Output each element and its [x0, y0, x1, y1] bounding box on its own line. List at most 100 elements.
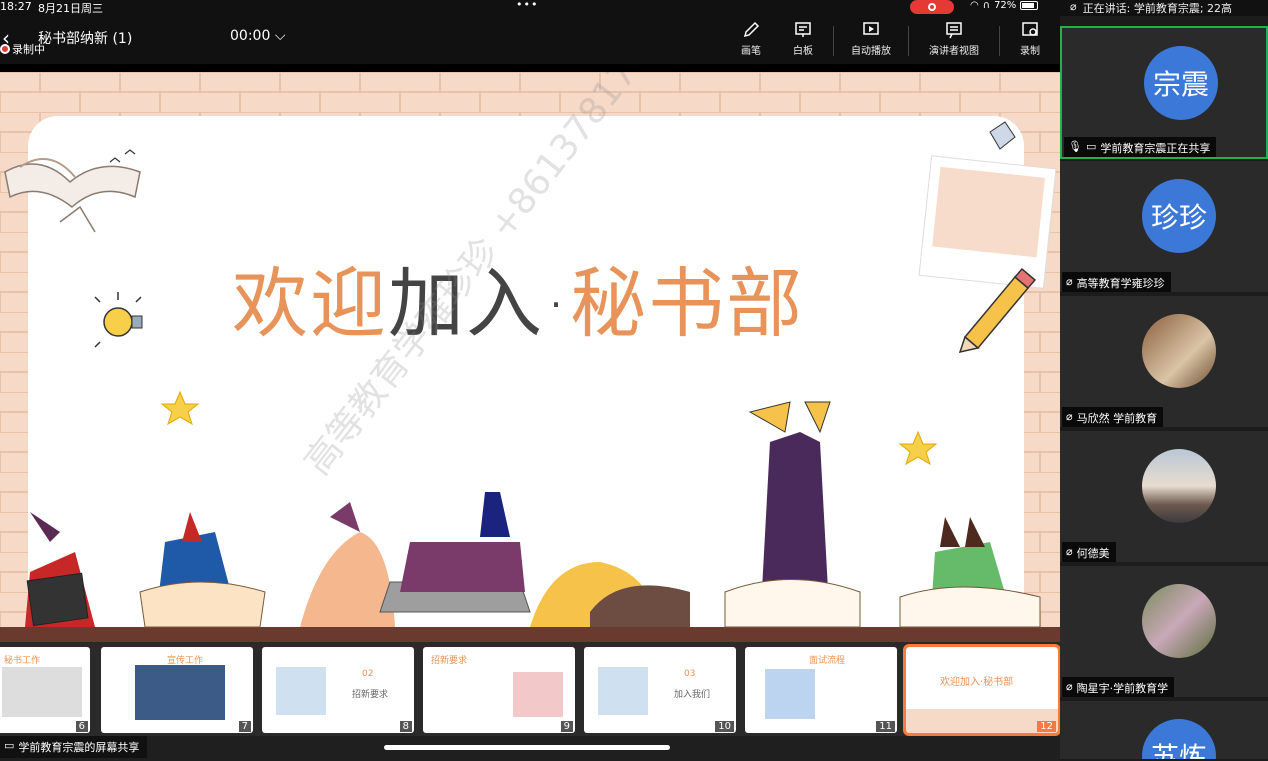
sticky-note-illustration — [918, 121, 1057, 289]
participant-tile[interactable]: ⌀ 何德美 — [1060, 431, 1268, 564]
record-label: 录制 — [1020, 46, 1040, 57]
slide-thumbnail-strip[interactable]: 秘书工作 6 宣传工作 7 02 招新要求 8 招新要求 9 03 加入我们 1… — [0, 642, 1061, 736]
toolbar-divider — [833, 26, 834, 56]
autoplay-icon — [863, 22, 879, 35]
screen-share-icon: ▭ — [1085, 140, 1097, 153]
pen-button[interactable]: 画笔 — [725, 20, 777, 57]
participant-tile[interactable]: 宗震 🎙 ▭ 学前教育宗震正在共享 — [1060, 26, 1268, 159]
headline-part3: 秘书部 — [570, 259, 805, 348]
status-time: 18:27 — [0, 0, 32, 13]
thumbnail-image — [598, 667, 648, 715]
participant-panel: ⌀ 正在讲话: 学前教育宗震; 22高 宗震 🎙 ▭ 学前教育宗震正在共享 珍珍… — [1060, 0, 1268, 761]
thumbnail-image — [765, 669, 815, 719]
toolbar-divider — [908, 26, 909, 56]
participant-name: 陶星宇·学前教育学 — [1076, 682, 1169, 695]
slide-thumbnail[interactable]: 宣传工作 7 — [101, 647, 253, 733]
thumbnail-title: 招新要求 — [431, 656, 468, 666]
presenter-view-button[interactable]: 演讲者视图 — [913, 20, 995, 57]
meeting-timer[interactable]: 00:00 ⌵ — [230, 28, 285, 44]
screen-share-label: ▭ 学前教育宗震的屏幕共享 — [0, 736, 148, 758]
thumbnail-image — [513, 672, 563, 717]
wifi-icon: ◠ — [970, 0, 979, 11]
status-bar: 18:27 8月21日周三 ••• ◠ ∩ 72% — [0, 0, 1060, 15]
mic-muted-icon: ⌀ — [1066, 410, 1073, 423]
home-indicator[interactable] — [384, 745, 670, 750]
current-slide: 欢迎加入·秘书部 高等教育学雍珍珍 +8613781786846 — [0, 72, 1060, 642]
thumbnail-title: 秘书工作 — [4, 656, 41, 666]
screen-share-text: 学前教育宗震的屏幕共享 — [18, 741, 140, 754]
participant-tile[interactable]: 珍珍 ⌀ 高等教育学雍珍珍 — [1060, 161, 1268, 294]
thumbnail-image — [276, 667, 326, 715]
speaking-text: 正在讲话: 学前教育宗震; 22高 — [1082, 2, 1233, 15]
participant-nametag: ⌀ 高等教育学雍珍珍 — [1062, 272, 1171, 292]
participant-name: 何德美 — [1076, 547, 1110, 560]
meeting-toolbar: ‹ 秘书部纳新 (1) 录制中 00:00 ⌵ 画笔 白板 自动播放 演讲者视图… — [0, 14, 1092, 64]
participant-nametag: ⌀ 陶星宇·学前教育学 — [1062, 677, 1175, 697]
shared-screen[interactable]: 欢迎加入·秘书部 高等教育学雍珍珍 +8613781786846 — [0, 64, 1060, 642]
thumbnail-image — [2, 667, 82, 717]
mic-muted-icon: ⌀ — [1066, 545, 1073, 558]
slide-thumbnail[interactable]: 03 加入我们 10 — [584, 647, 736, 733]
meeting-title[interactable]: 秘书部纳新 (1) — [38, 28, 132, 48]
participant-name: 学前教育宗震正在共享 — [1100, 142, 1211, 155]
thumbnail-title: 欢迎加入·秘书部 — [940, 677, 1014, 688]
avatar — [1142, 449, 1216, 523]
participant-name: 高等教育学雍珍珍 — [1076, 277, 1165, 290]
toolbar-divider — [999, 26, 1000, 56]
students-reading-illustration — [25, 401, 1041, 628]
presenter-view-icon — [946, 22, 962, 39]
slide-thumbnail[interactable]: 招新要求 9 — [423, 647, 575, 733]
recording-label: 录制中 — [12, 43, 45, 56]
thumbnail-badge: 02 — [362, 669, 374, 679]
thumbnail-badge: 03 — [684, 669, 696, 679]
whiteboard-icon — [795, 22, 811, 37]
recording-dot-icon — [0, 44, 10, 54]
star-icon — [898, 430, 938, 466]
system-icons: ◠ ∩ 72% — [970, 0, 1039, 11]
whiteboard-button[interactable]: 白板 — [777, 20, 829, 57]
thumbnail-number: 8 — [399, 721, 412, 732]
slide-thumbnail[interactable]: 面试流程 11 — [745, 647, 897, 733]
more-dots-icon[interactable]: ••• — [516, 0, 538, 11]
participant-tile[interactable]: ⌀ 陶星宇·学前教育学 — [1060, 566, 1268, 699]
participant-tile[interactable]: ⌀ 马欣然 学前教育 — [1060, 296, 1268, 429]
mic-icon: 🎙 — [1068, 140, 1082, 153]
recording-status: 录制中 — [0, 41, 45, 57]
lightbulb-illustration — [94, 292, 143, 348]
thumbnail-title: 加入我们 — [674, 690, 711, 700]
autoplay-button[interactable]: 自动播放 — [838, 20, 904, 57]
avatar: 珍珍 — [1142, 179, 1216, 253]
avatar: 宗震 — [1144, 46, 1218, 120]
participant-nametag: ⌀ 何德美 — [1062, 542, 1116, 562]
thumbnail-title: 招新要求 — [352, 690, 389, 700]
record-button[interactable]: 录制 — [1004, 20, 1056, 57]
headline-part1: 欢迎 — [232, 259, 388, 348]
headphone-icon: ∩ — [982, 0, 991, 11]
avatar: 苏炼 — [1142, 719, 1216, 759]
thumbnail-number: 7 — [238, 721, 251, 732]
tool-group: 画笔 白板 自动播放 演讲者视图 录制 投屏 — [725, 20, 1108, 57]
slide-headline: 欢迎加入·秘书部 — [232, 242, 804, 352]
star-icon — [160, 390, 200, 426]
mic-muted-icon: ⌀ — [1070, 0, 1077, 13]
participant-nametag: 🎙 ▭ 学前教育宗震正在共享 — [1064, 137, 1217, 157]
chevron-down-icon: ⌵ — [274, 28, 286, 44]
pen-label: 画笔 — [741, 46, 761, 57]
battery-icon — [1020, 1, 1039, 10]
battery-percent: 72% — [994, 0, 1017, 11]
autoplay-label: 自动播放 — [851, 46, 891, 57]
thumbnail-number: 9 — [560, 721, 573, 732]
thumbnail-number: 11 — [876, 721, 895, 732]
slide-thumbnail[interactable]: 秘书工作 6 — [0, 647, 90, 733]
thumbnail-title: 面试流程 — [809, 656, 846, 666]
thumbnail-number: 6 — [75, 721, 88, 732]
avatar — [1142, 584, 1216, 658]
mic-muted-icon: ⌀ — [1066, 680, 1073, 693]
participant-tile[interactable]: 苏炼 — [1060, 701, 1268, 761]
speaking-indicator: ⌀ 正在讲话: 学前教育宗震; 22高 — [1060, 0, 1268, 16]
slide-thumbnail-active[interactable]: 欢迎加入·秘书部 12 — [903, 644, 1061, 736]
slide-thumbnail[interactable]: 02 招新要求 8 — [262, 647, 414, 733]
thumbnail-number: 12 — [1037, 721, 1056, 732]
recording-indicator-icon[interactable] — [910, 0, 954, 14]
screen-share-icon: ▭ — [4, 739, 15, 752]
